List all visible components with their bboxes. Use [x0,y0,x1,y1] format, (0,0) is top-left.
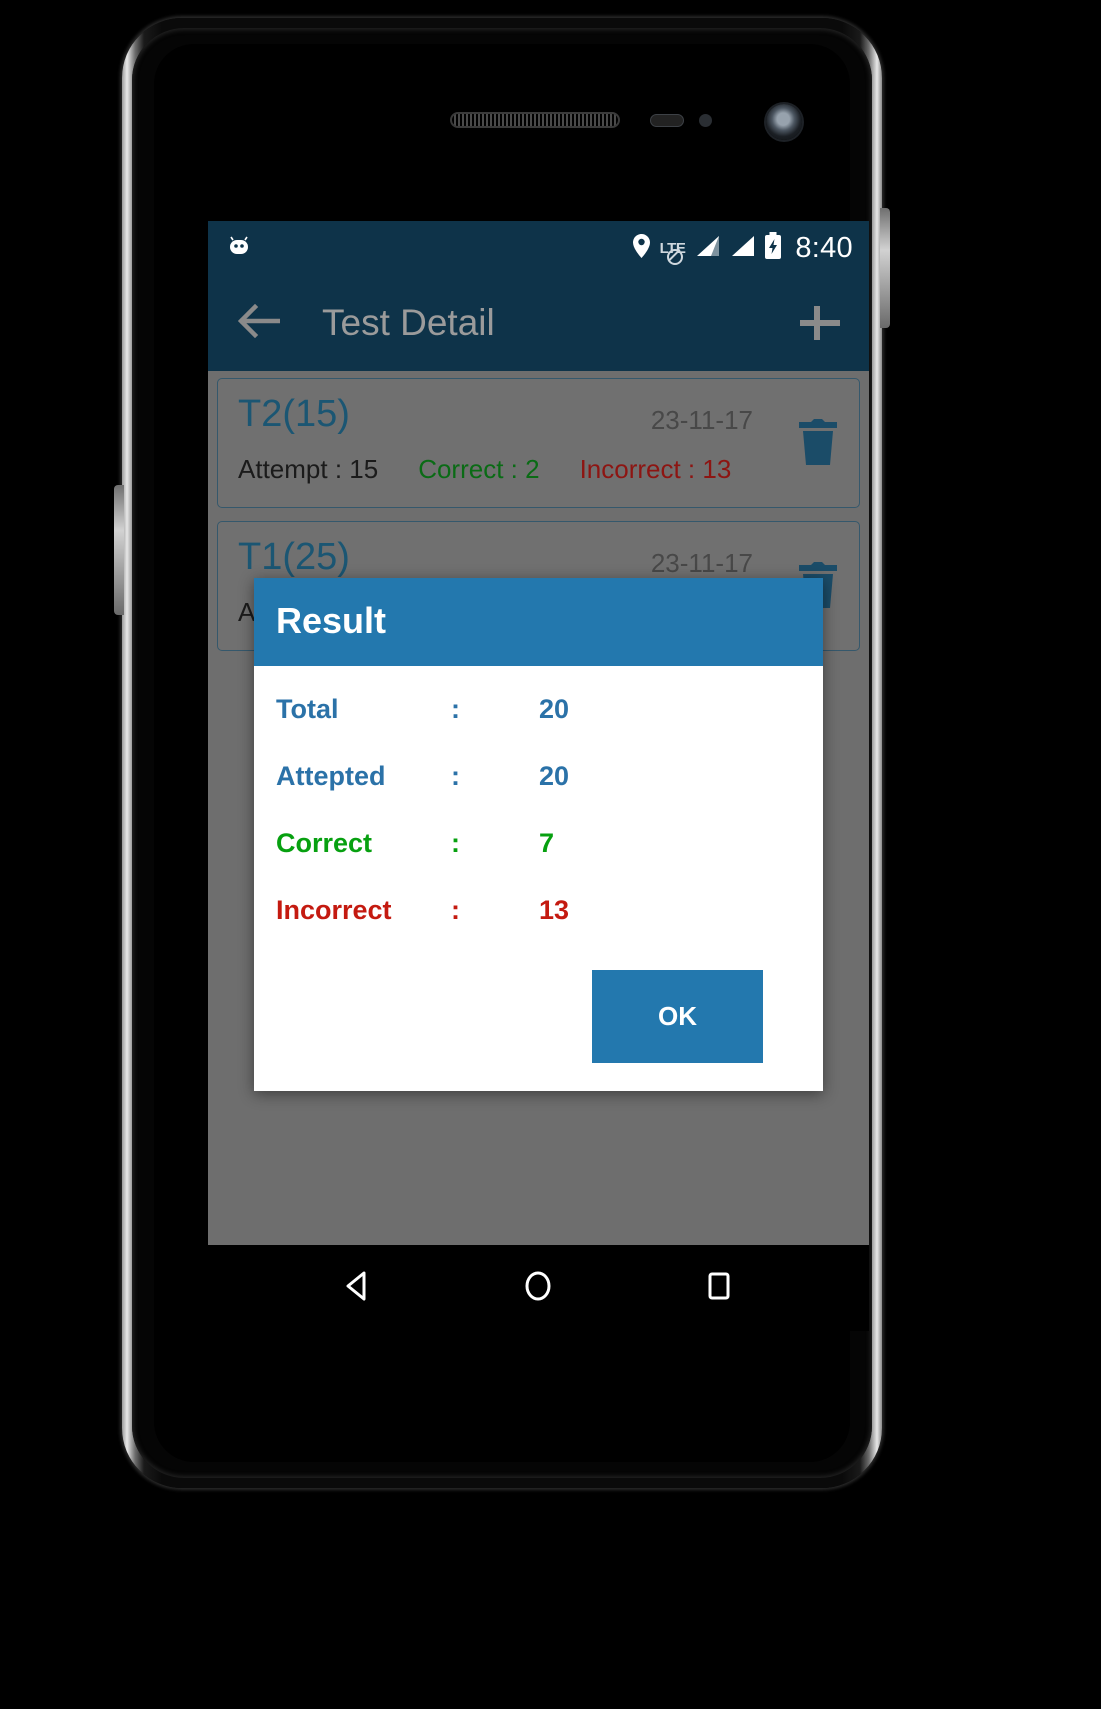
result-label: Total [276,694,339,724]
result-value: 13 [539,895,570,925]
signal-bar-icon [729,234,755,263]
result-row-attempted: Attepted : 20 [276,761,801,792]
result-dialog: Result Total : 20 Attepted : 20 Correct … [254,578,823,1091]
test-card-attempt: Attempt : 15 [238,454,379,484]
test-card-title: T1(25) [238,536,350,578]
dialog-actions: OK [276,962,801,1063]
page-title: Test Detail [322,302,495,343]
dialog-title: Result [276,600,387,641]
device-inner-bezel: LTE 8:40 Test Detail T2(15) 23-11-17 Att… [132,28,872,1478]
result-value: 20 [539,694,570,724]
test-card-stats: Attempt : 15 Correct : 2 Incorrect : 13 [238,454,839,485]
device-frame: LTE 8:40 Test Detail T2(15) 23-11-17 Att… [114,18,890,1488]
test-card-correct: Correct : 2 [418,454,540,484]
location-pin-icon [632,233,651,264]
result-colon: : [451,694,460,724]
earpiece-speaker-icon [450,112,620,128]
result-value: 7 [539,828,555,858]
battery-charging-icon [764,232,782,264]
result-label: Incorrect [276,895,392,925]
status-bar-clock: 8:40 [795,231,853,264]
result-row-correct: Correct : 7 [276,828,801,859]
front-camera-icon [766,104,802,140]
dialog-bottom-padding [276,1063,801,1091]
status-bar: LTE 8:40 [208,221,869,275]
dialog-body: Total : 20 Attepted : 20 Correct: 7 Inc… [254,666,823,1091]
test-card-date: 23-11-17 [650,548,753,578]
result-value: 20 [539,761,570,791]
add-button[interactable] [797,300,843,346]
app-bar: Test Detail [208,275,869,371]
lte-network-icon: LTE [659,239,686,265]
result-colon: : [451,895,460,925]
ok-button[interactable]: OK [592,970,763,1063]
back-arrow-icon[interactable] [237,303,282,343]
power-button[interactable] [880,208,890,328]
status-bar-right: LTE 8:40 [632,232,853,265]
result-row-total: Total : 20 [276,694,801,725]
test-list-container: T2(15) 23-11-17 Attempt : 15 Correct : 2… [208,371,869,1245]
test-card-incorrect: Incorrect : 13 [579,454,732,484]
nav-back-triangle-icon[interactable] [340,1268,376,1309]
test-card-date: 23-11-17 [650,405,753,435]
device-glass: LTE 8:40 Test Detail T2(15) 23-11-17 Att… [154,44,869,1462]
test-card[interactable]: T2(15) 23-11-17 Attempt : 15 Correct : 2… [217,378,860,508]
test-card-header: T2(15) 23-11-17 [238,395,839,436]
nav-home-circle-icon[interactable] [520,1268,556,1309]
android-nav-bar [208,1245,869,1331]
light-sensor-icon [699,114,712,127]
nav-recents-square-icon[interactable] [701,1268,737,1309]
trash-icon[interactable] [797,419,839,467]
proximity-sensor-icon [650,114,684,127]
volume-button[interactable] [114,485,124,615]
result-row-incorrect: Incorrect : 13 [276,895,801,926]
result-colon: : [451,828,460,858]
status-bar-left [226,234,252,263]
phone-screen: LTE 8:40 Test Detail T2(15) 23-11-17 Att… [208,221,869,1331]
result-label: Correct [276,828,373,858]
result-label: Attepted [276,761,386,791]
dialog-header: Result [254,578,823,666]
signal-bar-icon [694,234,720,263]
test-card-header: T1(25) 23-11-17 [238,538,839,579]
test-card-title: T2(15) [238,393,350,435]
result-colon: : [451,761,460,791]
android-robot-icon [226,234,252,263]
